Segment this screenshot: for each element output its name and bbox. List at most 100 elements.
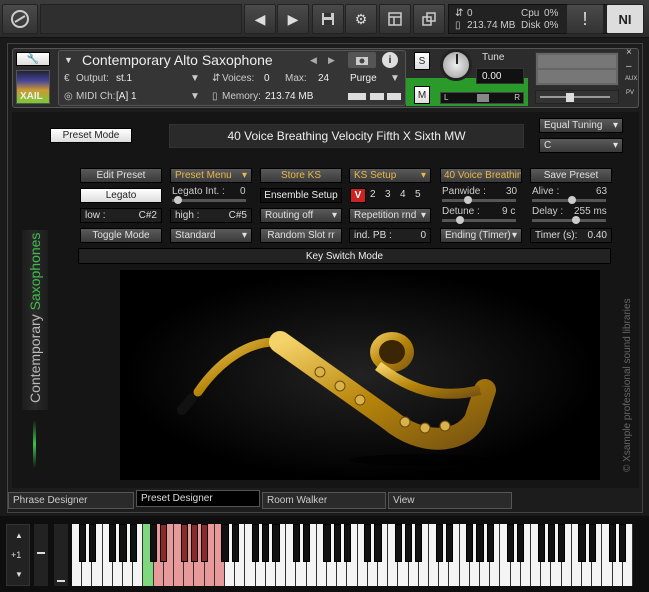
edit-preset-button[interactable]: Edit Preset xyxy=(80,168,162,183)
black-key[interactable] xyxy=(109,524,117,562)
black-key[interactable] xyxy=(517,524,525,562)
black-key[interactable] xyxy=(547,524,555,562)
camera-icon[interactable] xyxy=(348,52,376,68)
tab-phrase-designer[interactable]: Phrase Designer xyxy=(8,492,134,509)
wrench-icon[interactable]: 🔧 xyxy=(16,52,50,66)
black-key[interactable] xyxy=(435,524,443,562)
save-preset-button[interactable]: Save Preset xyxy=(530,168,612,183)
black-key[interactable] xyxy=(374,524,382,562)
output-dropdown-icon[interactable]: ▼ xyxy=(190,73,200,84)
slot-5-button[interactable]: 5 xyxy=(415,189,421,200)
timer-field[interactable]: Timer (s): 0.40 xyxy=(530,228,612,243)
black-key[interactable] xyxy=(364,524,372,562)
black-key[interactable] xyxy=(323,524,331,562)
pv-button[interactable]: PV xyxy=(626,90,634,96)
black-key[interactable] xyxy=(252,524,260,562)
slot-v-button[interactable]: V xyxy=(350,188,366,203)
black-key[interactable] xyxy=(609,524,617,562)
ni-logo[interactable]: NI xyxy=(606,4,644,34)
midi-value[interactable]: [A] 1 xyxy=(116,91,137,102)
black-key[interactable] xyxy=(150,524,158,562)
slider-knob[interactable] xyxy=(464,196,472,204)
pitch-wheel[interactable] xyxy=(34,524,48,586)
black-key[interactable] xyxy=(466,524,474,562)
midi-dropdown-icon[interactable]: ▼ xyxy=(190,91,200,102)
ks-setup-dropdown[interactable]: KS Setup ▾ xyxy=(349,168,431,183)
black-key[interactable] xyxy=(119,524,127,562)
tab-preset-designer[interactable]: Preset Designer xyxy=(136,490,260,507)
collapse-icon[interactable]: ▼ xyxy=(64,55,73,65)
pan-handle[interactable] xyxy=(477,94,489,102)
black-key[interactable] xyxy=(588,524,596,562)
save-icon[interactable] xyxy=(312,4,344,34)
slot-3-button[interactable]: 3 xyxy=(385,189,391,200)
gear-icon[interactable]: ⚙ xyxy=(345,4,377,34)
next-instrument-icon[interactable]: ▶ xyxy=(328,55,335,66)
black-key[interactable] xyxy=(160,524,168,562)
low-key-field[interactable]: low : C#2 xyxy=(80,208,162,223)
slot-2-button[interactable]: 2 xyxy=(370,189,376,200)
minimize-icon[interactable]: – xyxy=(626,61,632,72)
tune-knob[interactable] xyxy=(440,49,472,81)
black-key[interactable] xyxy=(272,524,280,562)
black-key[interactable] xyxy=(180,524,188,562)
ensemble-setup-button[interactable]: Ensemble Setup xyxy=(260,188,342,203)
tab-view[interactable]: View xyxy=(388,492,512,509)
black-key[interactable] xyxy=(486,524,494,562)
alive-slider[interactable] xyxy=(532,196,606,204)
ind-pb-field[interactable]: ind. PB : 0 xyxy=(349,228,431,243)
black-key[interactable] xyxy=(343,524,351,562)
detune-slider[interactable] xyxy=(442,216,516,224)
volume-slider[interactable] xyxy=(535,90,619,104)
next-icon[interactable]: ▶ xyxy=(277,4,309,34)
black-key[interactable] xyxy=(476,524,484,562)
legato-button[interactable]: Legato xyxy=(80,188,162,203)
mute-button[interactable]: M xyxy=(414,86,430,104)
pan-slider[interactable]: L R xyxy=(440,92,524,104)
black-key[interactable] xyxy=(578,524,586,562)
black-key[interactable] xyxy=(333,524,341,562)
preset-mode-button[interactable]: Preset Mode xyxy=(50,128,132,143)
solo-button[interactable]: S xyxy=(414,52,430,70)
black-key[interactable] xyxy=(558,524,566,562)
store-ks-button[interactable]: Store KS xyxy=(260,168,342,183)
warning-icon[interactable]: ! xyxy=(566,4,604,34)
standard-dropdown[interactable]: Standard ▾ xyxy=(170,228,252,243)
slot-4-button[interactable]: 4 xyxy=(400,189,406,200)
black-key[interactable] xyxy=(190,524,198,562)
black-key[interactable] xyxy=(405,524,413,562)
purge-dropdown-icon[interactable]: ▼ xyxy=(390,73,400,84)
high-key-field[interactable]: high : C#5 xyxy=(170,208,252,223)
kontakt-logo-icon[interactable] xyxy=(2,4,38,34)
repetition-dropdown[interactable]: Repetition rnd ▾ xyxy=(349,208,431,223)
black-key[interactable] xyxy=(415,524,423,562)
mod-wheel[interactable] xyxy=(54,524,68,586)
prev-icon[interactable]: ◀ xyxy=(244,4,276,34)
delay-slider[interactable] xyxy=(532,216,606,224)
black-key[interactable] xyxy=(231,524,239,562)
octave-up-icon[interactable]: ▲ xyxy=(15,531,23,540)
black-key[interactable] xyxy=(129,524,137,562)
tune-value[interactable]: 0.00 xyxy=(482,71,501,82)
toggle-mode-button[interactable]: Toggle Mode xyxy=(80,228,162,243)
minimize-view-icon[interactable] xyxy=(413,4,445,34)
legato-int-slider[interactable] xyxy=(172,196,246,204)
instrument-name[interactable]: Contemporary Alto Saxophone xyxy=(82,52,273,68)
slider-knob[interactable] xyxy=(174,196,182,204)
preset-menu-dropdown[interactable]: Preset Menu ▾ xyxy=(170,168,252,183)
black-key[interactable] xyxy=(78,524,86,562)
panwide-slider[interactable] xyxy=(442,196,516,204)
black-key[interactable] xyxy=(394,524,402,562)
black-key[interactable] xyxy=(292,524,300,562)
max-value[interactable]: 24 xyxy=(318,73,329,84)
octave-down-icon[interactable]: ▼ xyxy=(15,570,23,579)
prev-instrument-icon[interactable]: ◀ xyxy=(310,55,317,66)
piano-keys[interactable] xyxy=(72,516,642,592)
tab-room-walker[interactable]: Room Walker xyxy=(262,492,386,509)
random-slot-button[interactable]: Random Slot rr xyxy=(260,228,342,243)
routing-dropdown[interactable]: Routing off ▾ xyxy=(260,208,342,223)
close-icon[interactable]: × xyxy=(626,47,632,58)
aux-button[interactable]: AUX xyxy=(625,76,637,82)
black-key[interactable] xyxy=(619,524,627,562)
slider-knob[interactable] xyxy=(456,216,464,224)
